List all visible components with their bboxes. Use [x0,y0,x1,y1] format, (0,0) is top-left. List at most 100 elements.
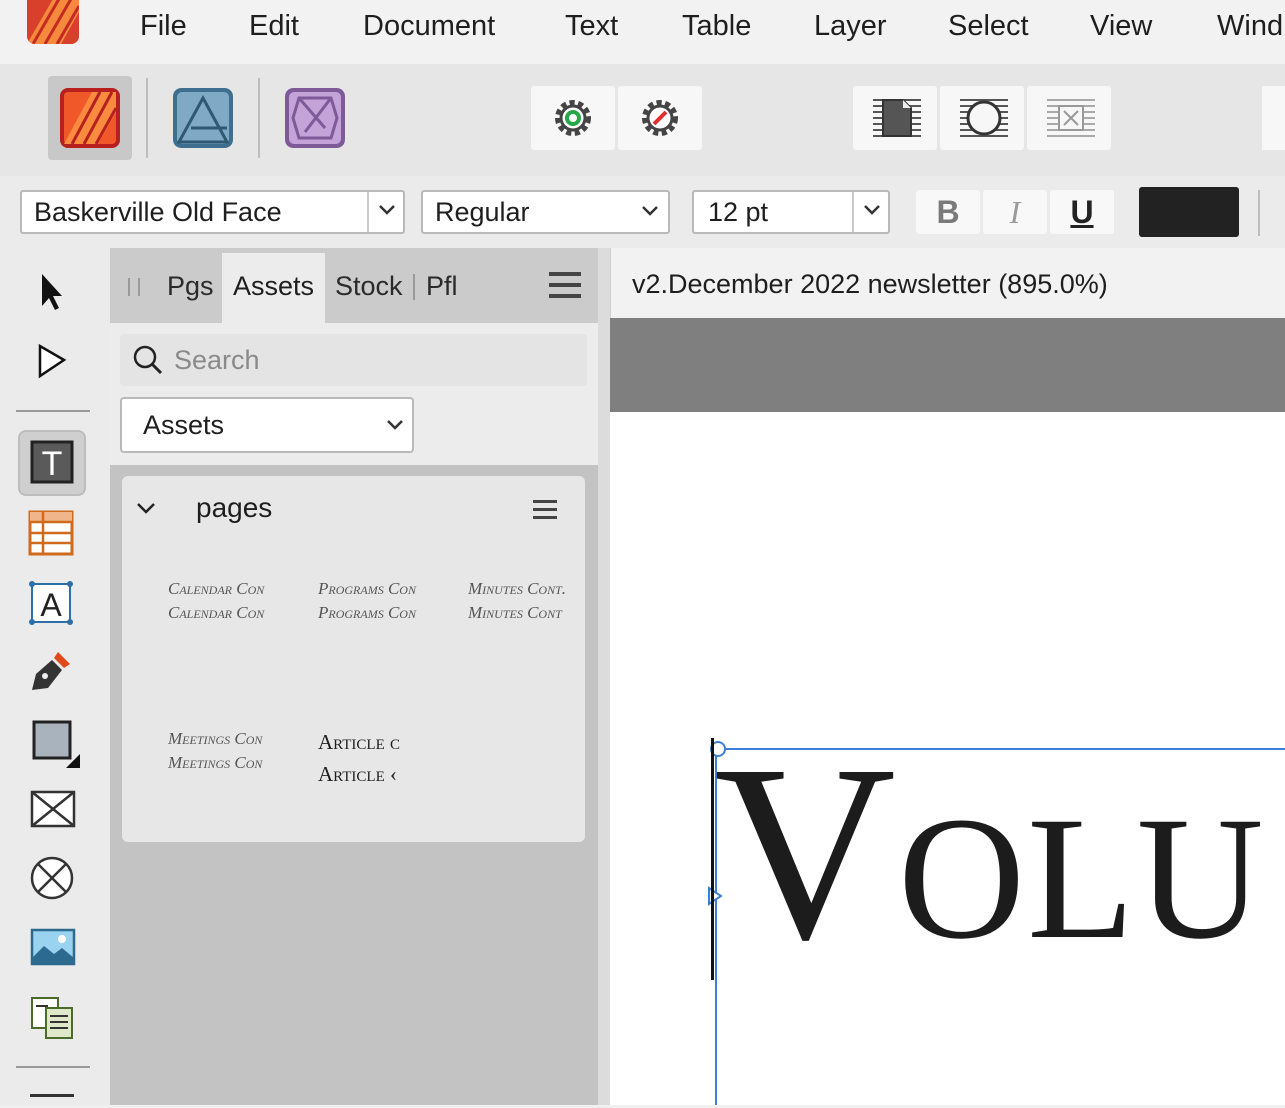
font-family-value: Baskerville Old Face [34,197,282,227]
text-wrap-none-button[interactable] [1027,86,1111,150]
menu-edit[interactable]: Edit [249,6,299,46]
tab-stock[interactable]: Stock [335,253,403,323]
asset-line: Article c [318,730,401,754]
tools-divider [16,1066,90,1068]
text-wrap-circle-button[interactable] [940,86,1024,150]
menu-layer[interactable]: Layer [814,6,887,46]
affinity-publisher-logo-icon[interactable] [27,0,79,44]
asset-section-title: pages [196,492,273,523]
asset-category-value: Assets [143,410,225,440]
wrap-page-icon [873,99,921,137]
font-size-dropdown[interactable]: 12 pt [692,190,890,234]
menu-window[interactable]: Wind [1217,6,1283,46]
picture-frame-ellipse-icon [30,856,74,900]
wrap-none-icon [1047,99,1095,137]
panel-grip-icon[interactable] [128,278,140,296]
tools-divider [16,410,90,412]
menu-file[interactable]: File [140,6,187,46]
search-placeholder: Search [174,345,260,375]
asset-line: Meetings Con [168,753,263,772]
designer-persona-icon [173,88,233,148]
rectangle-tool[interactable] [18,710,86,776]
data-merge-icon [31,997,73,1039]
asset-line: Programs Con [318,579,416,598]
snapping-gear-button[interactable] [618,86,702,150]
tab-preflight[interactable]: Pfl [426,253,458,323]
pen-tool[interactable] [18,640,86,706]
collapse-chevron-icon[interactable] [136,502,156,516]
asset-line: Minutes Cont. [468,579,567,598]
asset-minutes-content[interactable]: Minutes Cont. Minutes Cont [468,577,572,625]
font-style-dropdown[interactable]: Regular [421,190,670,234]
picture-frame-rect-icon [30,790,76,828]
asset-meetings-content[interactable]: Meetings Con Meetings Con [168,727,272,775]
underline-button[interactable]: U [1050,190,1114,234]
node-tool[interactable] [18,328,86,394]
photo-persona-button[interactable] [273,76,357,160]
asset-line: Programs Con [318,603,416,622]
panel-menu-icon[interactable] [549,272,581,303]
picture-frame-rectangle-tool[interactable] [18,778,86,844]
section-menu-icon[interactable] [533,500,557,520]
menu-bar: File Edit Document Text Table Layer Sele… [0,0,1285,64]
image-icon [30,928,76,966]
asset-line: Calendar Con [168,603,265,622]
bold-button[interactable]: B [916,190,980,234]
table-icon [28,510,74,556]
gear-slash-icon [642,100,678,136]
tab-assets[interactable]: Assets [222,253,325,323]
asset-category-card: pages Calendar Con Calendar Con Programs… [122,476,585,842]
document-tab-title[interactable]: v2.December 2022 newsletter (895.0%) [632,248,1108,320]
gear-green-icon [555,100,591,136]
asset-calendar-content[interactable]: Calendar Con Calendar Con [168,577,272,625]
chevron-down-icon[interactable] [852,192,890,232]
pen-nib-icon [32,652,70,690]
toolbar-button-partial[interactable] [1262,86,1285,150]
chevron-down-icon[interactable] [367,192,405,232]
more-tools-icon[interactable] [30,1094,74,1108]
italic-button[interactable]: I [983,190,1047,234]
picture-frame-ellipse-tool[interactable] [18,846,86,912]
node-pointer-icon [38,343,67,379]
arrow-pointer-icon [42,274,62,310]
asset-line: Calendar Con [168,579,265,598]
frame-text-tool[interactable]: T [18,430,86,496]
toolbar-separator [258,78,260,158]
menu-table[interactable]: Table [682,6,751,46]
font-family-dropdown[interactable]: Baskerville Old Face [20,190,405,234]
assets-search-field[interactable]: Search [120,334,587,386]
publisher-persona-button[interactable] [48,76,132,160]
designer-persona-button[interactable] [161,76,245,160]
asset-line: Article ‹ [318,762,398,786]
rectangle-shape-icon [32,720,80,768]
preferences-gear-button[interactable] [531,86,615,150]
wrap-circle-icon [960,99,1008,137]
svg-text:T: T [42,445,63,483]
font-style-value: Regular [435,197,530,227]
panel-splitter[interactable] [598,248,610,1105]
underline-label: U [1070,194,1094,230]
place-image-tool[interactable] [18,916,86,982]
table-tool[interactable] [18,500,86,566]
asset-programs-content[interactable]: Programs Con Programs Con [318,577,422,625]
context-toolbar: Baskerville Old Face Regular 12 pt B I U [0,176,1285,248]
tab-separator [413,274,415,300]
toolbar [0,64,1285,176]
menu-document[interactable]: Document [363,6,495,46]
data-merge-tool[interactable] [18,986,86,1052]
menu-select[interactable]: Select [948,6,1029,46]
asset-line: Minutes Cont [468,603,562,622]
asset-category-dropdown[interactable]: Assets [120,397,414,453]
tab-pages[interactable]: Pgs [167,253,214,323]
text-color-swatch[interactable] [1139,187,1239,237]
move-tool[interactable] [18,258,86,324]
headline-text[interactable]: Volu [714,702,1266,1002]
document-page[interactable]: Volu [610,412,1285,1105]
text-wrap-page-button[interactable] [853,86,937,150]
artistic-text-tool[interactable]: A [18,570,86,636]
menu-view[interactable]: View [1090,6,1152,46]
asset-article-content[interactable]: Article c Article ‹ [318,726,422,790]
document-tab-bar: v2.December 2022 newsletter (895.0%) [610,248,1285,318]
pasteboard [610,318,1285,412]
menu-text[interactable]: Text [565,6,618,46]
